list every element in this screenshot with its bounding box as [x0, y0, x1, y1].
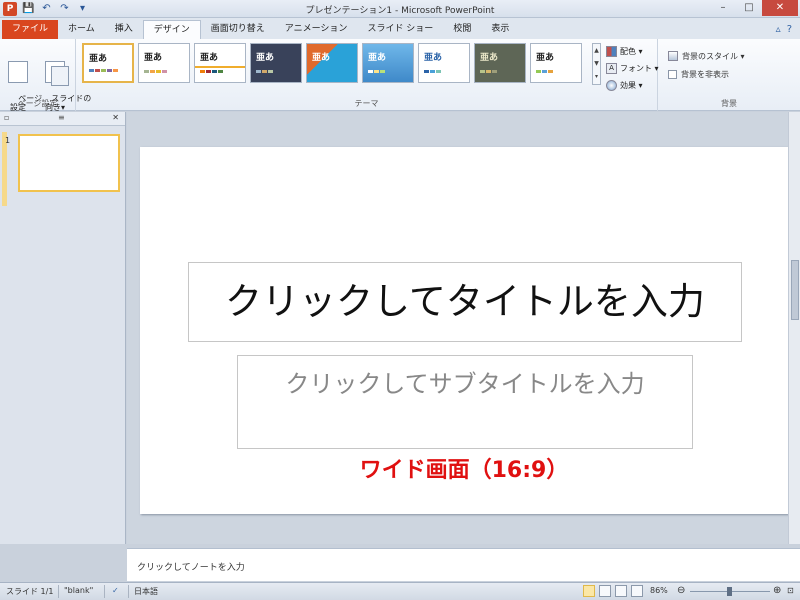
tab-insert[interactable]: 挿入 [105, 20, 143, 39]
page-setup-button[interactable]: ページ 設定 [3, 43, 42, 121]
ribbon-right-controls: ▵ ? [776, 20, 800, 39]
zoom-slider-knob[interactable] [727, 587, 732, 596]
page-setup-group: ページ 設定 スライドの 向き▾ ページ設定 [0, 39, 91, 112]
window-title: プレゼンテーション1 - Microsoft PowerPoint [305, 6, 495, 16]
title-placeholder[interactable]: クリックしてタイトルを入力 [188, 262, 742, 342]
window-controls: – □ ✕ [710, 0, 798, 16]
theme-gallery: 亜あ 亜あ 亜あ 亜あ 亜あ 亜あ 亜あ 亜あ 亜あ [82, 43, 582, 83]
slide-orientation-button[interactable]: スライドの 向き▾ [36, 43, 91, 121]
theme-2[interactable]: 亜あ [138, 43, 190, 83]
theme-3[interactable]: 亜あ [194, 43, 246, 83]
theme-6[interactable]: 亜あ [362, 43, 414, 83]
slides-tab-icon[interactable]: ▫ [4, 113, 9, 122]
fonts-button[interactable]: A フォント ▾ [606, 60, 659, 77]
background-styles-icon [668, 51, 678, 61]
zoom-out-icon[interactable]: ⊖ [677, 585, 685, 596]
title-bar: P 💾 ↶ ↷ ▾ プレゼンテーション1 - Microsoft PowerPo… [0, 0, 800, 18]
outline-tab-icon[interactable]: ≡ [58, 113, 65, 122]
slide-editing-area: クリックしてタイトルを入力 クリックしてサブタイトルを入力 ワイド画面（16:9… [127, 112, 800, 544]
thumbnails-tabs: ▫ ≡ ✕ [0, 112, 125, 126]
background-group-label: 背景 [721, 99, 737, 108]
theme-4[interactable]: 亜あ [250, 43, 302, 83]
theme-7[interactable]: 亜あ [418, 43, 470, 83]
notes-placeholder: クリックしてノートを入力 [137, 563, 245, 573]
background-styles-button[interactable]: 背景のスタイル ▾ [668, 47, 745, 65]
hide-background-checkbox[interactable] [668, 69, 677, 79]
slide-canvas[interactable]: クリックしてタイトルを入力 クリックしてサブタイトルを入力 ワイド画面（16:9… [140, 147, 788, 514]
maximize-button[interactable]: □ [736, 0, 762, 16]
slide-number: 1 [5, 136, 11, 145]
tab-animations[interactable]: アニメーション [275, 20, 358, 39]
fit-to-window-icon[interactable]: ⊡ [787, 586, 794, 595]
slide-orientation-icon [45, 61, 69, 86]
status-bar: スライド 1/1 "blank" ✓ 日本語 86% ⊖ ⊕ ⊡ [0, 582, 800, 600]
theme-office[interactable]: 亜あ [82, 43, 134, 83]
themes-group-label: テーマ [354, 99, 379, 108]
zoom-level[interactable]: 86% [650, 586, 668, 595]
help-icon[interactable]: ? [787, 24, 792, 35]
tab-review[interactable]: 校閲 [443, 20, 481, 39]
minimize-button[interactable]: – [710, 0, 736, 16]
theme-name-status: "blank" [64, 586, 94, 595]
vertical-scrollbar[interactable] [788, 112, 800, 544]
theme-9[interactable]: 亜あ [530, 43, 582, 83]
widescreen-annotation: ワイド画面（16:9） [359, 458, 569, 483]
slide-thumbnail-1[interactable] [18, 134, 120, 192]
page-setup-icon [8, 61, 28, 83]
slide-sorter-view-button[interactable] [599, 585, 611, 597]
tab-design[interactable]: デザイン [142, 20, 201, 39]
theme-gallery-scroll[interactable]: ▲ ▼ ▾ [592, 43, 601, 85]
hide-background-graphics[interactable]: 背景を非表示 [668, 65, 745, 83]
theme-options: 配色 ▾ A フォント ▾ 効果 ▾ [606, 43, 659, 94]
tab-file[interactable]: ファイル [2, 20, 59, 39]
close-pane-icon[interactable]: ✕ [112, 113, 119, 122]
tab-view[interactable]: 表示 [481, 20, 519, 39]
tab-home[interactable]: ホーム [58, 20, 105, 39]
reading-view-button[interactable] [615, 585, 627, 597]
effects-button[interactable]: 効果 ▾ [606, 77, 659, 94]
scrollbar-thumb[interactable] [791, 260, 799, 320]
slide-count-status: スライド 1/1 [6, 587, 54, 596]
background-options: 背景のスタイル ▾ 背景を非表示 [668, 47, 745, 83]
slideshow-view-button[interactable] [631, 585, 643, 597]
ribbon-tabs: ファイル ホーム 挿入 デザイン 画面切り替え アニメーション スライド ショー… [0, 18, 800, 39]
theme-5[interactable]: 亜あ [306, 43, 358, 83]
close-button[interactable]: ✕ [762, 0, 798, 16]
slide-thumbnails-pane: ▫ ≡ ✕ 1 [0, 112, 126, 544]
normal-view-button[interactable] [583, 585, 595, 597]
tab-slideshow[interactable]: スライド ショー [357, 20, 443, 39]
ribbon-body: ページ 設定 スライドの 向き▾ ページ設定 テーマ 亜あ 亜あ 亜あ 亜あ 亜… [0, 39, 800, 112]
fonts-icon: A [606, 63, 617, 74]
minimize-ribbon-icon[interactable]: ▵ [776, 24, 781, 35]
notes-pane[interactable]: クリックしてノートを入力 [127, 548, 800, 581]
page-setup-group-label: ページ設定 [17, 99, 58, 108]
colors-icon [606, 46, 617, 57]
zoom-in-icon[interactable]: ⊕ [773, 585, 781, 596]
effects-icon [606, 80, 617, 91]
subtitle-placeholder[interactable]: クリックしてサブタイトルを入力 [237, 355, 693, 449]
spellcheck-icon[interactable]: ✓ [112, 586, 119, 595]
theme-8[interactable]: 亜あ [474, 43, 526, 83]
language-status[interactable]: 日本語 [134, 586, 158, 597]
tab-transitions[interactable]: 画面切り替え [201, 20, 275, 39]
colors-button[interactable]: 配色 ▾ [606, 43, 659, 60]
